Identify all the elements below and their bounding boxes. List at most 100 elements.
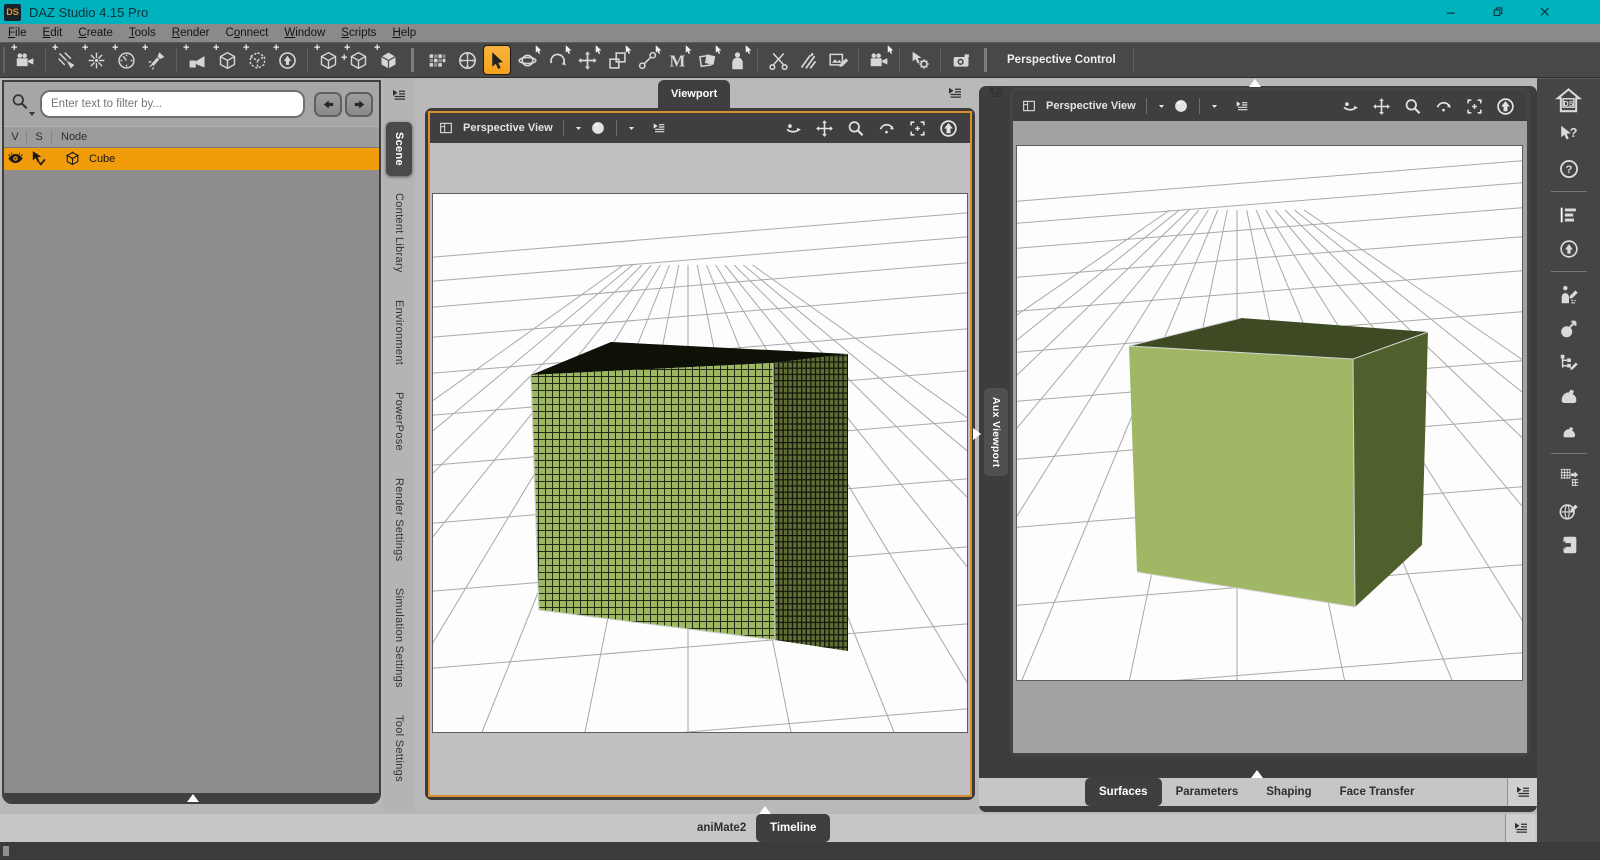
new-null-button[interactable]: + [273, 42, 301, 75]
tab-viewport[interactable]: Viewport [658, 80, 731, 108]
filter-forward-button[interactable] [345, 91, 373, 117]
caret-down-icon[interactable] [574, 124, 583, 133]
translate-tool-button[interactable] [573, 45, 601, 75]
side-tab-content-library[interactable]: Content Library [386, 183, 412, 283]
viewport-pane-options-button[interactable] [943, 81, 967, 105]
flex-morph-button[interactable] [1553, 417, 1585, 444]
new-selection-set-button[interactable]: + [243, 42, 271, 75]
rotate-icon[interactable] [877, 119, 896, 138]
side-tab-render-settings[interactable]: Render Settings [386, 468, 412, 571]
side-tab-powerpose[interactable]: PowerPose [386, 382, 412, 461]
menu-edit[interactable]: Edit [35, 27, 71, 39]
active-pose-tool-button[interactable] [543, 45, 571, 75]
rotate-icon[interactable] [1434, 97, 1453, 116]
new-node-button[interactable]: + [314, 42, 342, 75]
figure-selection-tool-button[interactable] [723, 45, 751, 75]
tab-shaping[interactable]: Shaping [1252, 778, 1325, 806]
surface-selection-tool-button[interactable] [693, 45, 721, 75]
selectability-toggle[interactable] [30, 150, 50, 168]
region-editor-tool-button[interactable] [824, 45, 852, 75]
new-primitive-button[interactable]: + [374, 42, 402, 75]
aux-viewport-canvas[interactable] [1016, 145, 1523, 681]
menu-connect[interactable]: Connect [218, 27, 277, 39]
render-button[interactable] [947, 45, 975, 75]
splitter-handle[interactable] [1249, 79, 1261, 87]
aux-pane-options-button[interactable] [984, 80, 1008, 104]
joint-editor-tool-button[interactable] [633, 45, 661, 75]
geometry-editor-tool-button[interactable] [764, 45, 792, 75]
aim-at-button[interactable] [453, 45, 481, 75]
hierarchy-editor-button[interactable] [1553, 349, 1585, 376]
side-tab-environment[interactable]: Environment [386, 290, 412, 375]
drawstyle-sphere-icon[interactable] [590, 120, 606, 136]
new-point-light-button[interactable]: + [82, 42, 110, 75]
search-icon[interactable] [10, 92, 35, 116]
caret-down-icon[interactable] [627, 124, 636, 133]
outline-panel-button[interactable] [1553, 201, 1585, 228]
new-camera-view-button[interactable]: + [183, 42, 211, 75]
new-group-button[interactable]: + [213, 42, 241, 75]
exit-button[interactable] [1553, 531, 1585, 558]
tool-settings-button[interactable] [906, 45, 934, 75]
frame-icon[interactable] [1465, 97, 1484, 116]
new-photometric-light-button[interactable]: + [112, 42, 140, 75]
pan-icon[interactable] [1372, 97, 1391, 116]
weight-brush-tool-button[interactable] [794, 45, 822, 75]
null-node-button[interactable] [1553, 235, 1585, 262]
whats-this-help-button[interactable] [1553, 121, 1585, 148]
minimize-button[interactable] [1436, 1, 1466, 23]
geometry-edit-button[interactable] [1553, 497, 1585, 524]
tab-face-transfer[interactable]: Face Transfer [1326, 778, 1429, 806]
orbit-icon[interactable] [1341, 97, 1360, 116]
transfer-utility-button[interactable] [1553, 463, 1585, 490]
view-selector-label[interactable]: Perspective View [1046, 100, 1136, 112]
new-camera-button[interactable]: + [11, 42, 39, 75]
dolly-zoom-icon[interactable] [846, 119, 865, 138]
viewport-canvas[interactable] [432, 193, 968, 733]
help-button[interactable] [1553, 155, 1585, 182]
toolbar-handle[interactable] [3, 47, 5, 73]
viewport-layout-button[interactable] [423, 45, 451, 75]
rotate-tool-button[interactable] [513, 45, 541, 75]
menu-help[interactable]: Help [384, 27, 424, 39]
splitter-handle[interactable] [973, 428, 981, 440]
pose-tool-button[interactable] [1553, 315, 1585, 342]
side-tab-simulation-settings[interactable]: Simulation Settings [386, 578, 412, 698]
orbit-icon[interactable] [784, 119, 803, 138]
panel-resize-handle[interactable] [187, 794, 199, 802]
tab-surfaces[interactable]: Surfaces [1085, 778, 1162, 806]
menu-scripts[interactable]: Scripts [333, 27, 384, 39]
scale-tool-button[interactable] [603, 45, 631, 75]
close-button[interactable] [1530, 1, 1560, 23]
daz-home-button[interactable] [1553, 87, 1585, 114]
figure-setup-button[interactable] [1553, 281, 1585, 308]
menu-tools[interactable]: Tools [121, 27, 164, 39]
reset-camera-icon[interactable] [1496, 97, 1515, 116]
mesh-grabber-tool-button[interactable] [663, 45, 691, 75]
menu-create[interactable]: Create [70, 27, 121, 39]
menu-file[interactable]: File [0, 27, 35, 39]
scene-tree-body[interactable] [4, 170, 379, 793]
frame-icon[interactable] [908, 119, 927, 138]
new-distant-light-button[interactable]: + [52, 42, 80, 75]
reset-camera-icon[interactable] [939, 119, 958, 138]
pane-options-icon[interactable] [651, 120, 667, 136]
muscularity-morph-button[interactable] [1553, 383, 1585, 410]
visibility-toggle[interactable] [7, 150, 27, 168]
side-tab-scene[interactable]: Scene [386, 122, 412, 176]
splitter-handle[interactable] [1251, 770, 1263, 778]
filter-input[interactable] [40, 90, 305, 118]
pane-options-button[interactable] [1505, 814, 1535, 842]
tab-timeline[interactable]: Timeline [756, 814, 831, 842]
caret-down-icon[interactable] [1210, 102, 1219, 111]
dolly-zoom-icon[interactable] [1403, 97, 1422, 116]
menu-render[interactable]: Render [164, 27, 218, 39]
scene-node-row[interactable]: Cube [4, 148, 379, 170]
caret-down-icon[interactable] [1157, 102, 1166, 111]
tab-parameters[interactable]: Parameters [1162, 778, 1253, 806]
camera-selection-button[interactable] [865, 45, 893, 75]
filter-back-button[interactable] [314, 91, 342, 117]
new-node-instance-button[interactable]: + + [341, 42, 372, 75]
node-selection-tool-button[interactable] [483, 45, 511, 75]
pane-options-button[interactable] [1507, 778, 1537, 806]
